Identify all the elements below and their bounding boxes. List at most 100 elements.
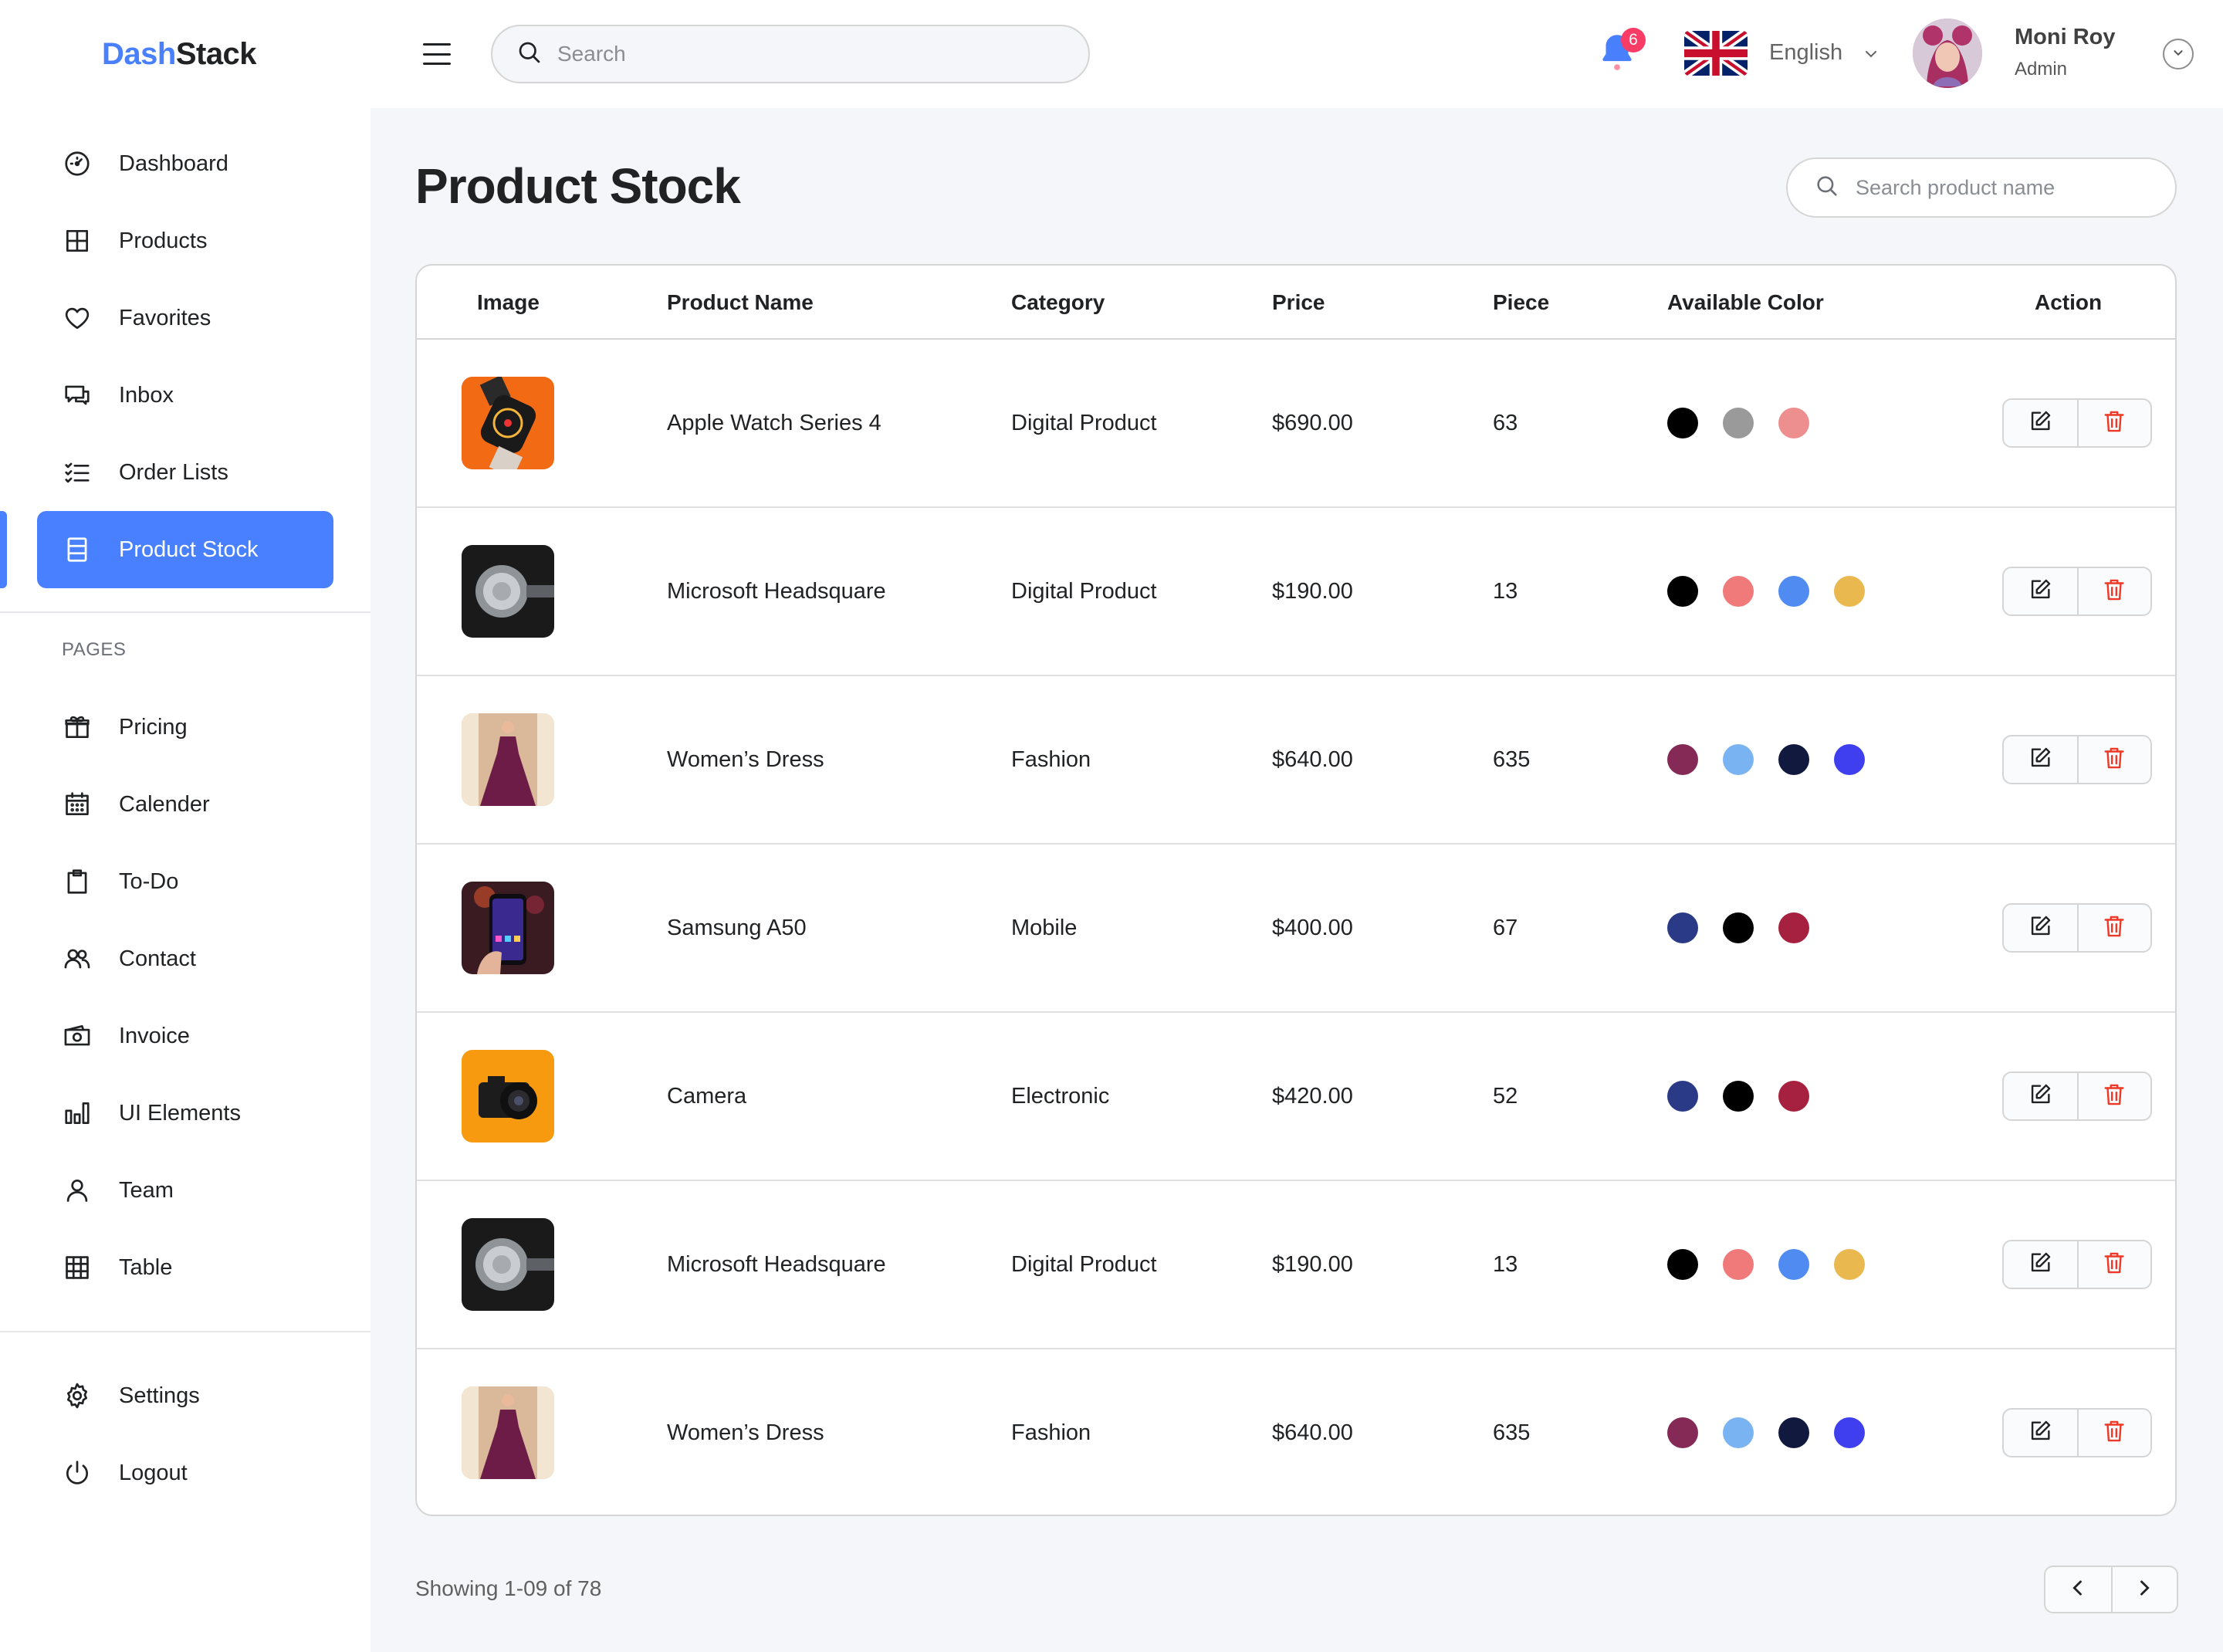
sidebar-item-to-do[interactable]: To-Do [37, 843, 333, 920]
sidebar-item-team[interactable]: Team [37, 1152, 333, 1229]
color-swatch[interactable] [1667, 1417, 1698, 1448]
app-logo[interactable]: DashStack [102, 37, 257, 72]
delete-button[interactable] [2076, 1073, 2150, 1119]
sidebar-item-label: Logout [119, 1460, 188, 1485]
color-swatch[interactable] [1667, 912, 1698, 943]
column-header-product-name: Product Name [667, 290, 814, 314]
sidebar-item-inbox[interactable]: Inbox [37, 357, 333, 434]
sidebar-item-logout[interactable]: Logout [37, 1434, 333, 1512]
color-swatch[interactable] [1778, 576, 1809, 607]
trash-icon [2101, 408, 2127, 438]
color-swatch[interactable] [1667, 1081, 1698, 1112]
sidebar-item-settings[interactable]: Settings [37, 1357, 333, 1434]
edit-button[interactable] [2004, 1073, 2077, 1119]
color-swatch[interactable] [1723, 576, 1754, 607]
sidebar-item-table[interactable]: Table [37, 1229, 333, 1306]
pagination-info: Showing 1-09 of 78 [415, 1576, 602, 1600]
table-row: Camera Electronic $420.00 52 [417, 1013, 2175, 1181]
trash-icon [2101, 1418, 2127, 1448]
delete-button[interactable] [2076, 568, 2150, 614]
search-input[interactable] [557, 42, 1051, 66]
edit-button[interactable] [2004, 736, 2077, 783]
product-image [462, 1218, 554, 1311]
delete-button[interactable] [2076, 1410, 2150, 1456]
edit-icon [2027, 408, 2053, 438]
color-swatch[interactable] [1778, 1081, 1809, 1112]
sidebar-item-dashboard[interactable]: Dashboard [37, 125, 333, 202]
edit-button[interactable] [2004, 1241, 2077, 1288]
color-swatch[interactable] [1834, 744, 1865, 775]
users-icon [60, 942, 94, 976]
color-swatch[interactable] [1778, 408, 1809, 438]
color-swatch[interactable] [1667, 1249, 1698, 1280]
delete-button[interactable] [2076, 736, 2150, 783]
language-selector[interactable]: English [1769, 40, 1842, 66]
color-swatch[interactable] [1778, 744, 1809, 775]
delete-button[interactable] [2076, 400, 2150, 446]
color-swatch[interactable] [1723, 1249, 1754, 1280]
edit-icon [2027, 745, 2053, 775]
sidebar-item-ui-elements[interactable]: UI Elements [37, 1075, 333, 1152]
available-colors [1667, 744, 1865, 775]
color-swatch[interactable] [1667, 408, 1698, 438]
color-swatch[interactable] [1834, 576, 1865, 607]
product-search[interactable] [1786, 157, 2177, 218]
product-name: Microsoft Headsquare [667, 1252, 886, 1277]
sidebar-item-pricing[interactable]: Pricing [37, 689, 333, 766]
chevron-down-icon[interactable] [1862, 45, 1880, 63]
color-swatch[interactable] [1778, 1249, 1809, 1280]
grid-icon [60, 224, 94, 258]
sidebar-item-products[interactable]: Products [37, 202, 333, 279]
product-image [462, 1050, 554, 1143]
product-price: $190.00 [1272, 579, 1353, 604]
calendar-icon [60, 787, 94, 821]
color-swatch[interactable] [1723, 1081, 1754, 1112]
color-swatch[interactable] [1667, 576, 1698, 607]
sidebar-item-calender[interactable]: Calender [37, 766, 333, 843]
product-name: Women’s Dress [667, 747, 824, 772]
color-swatch[interactable] [1667, 744, 1698, 775]
edit-button[interactable] [2004, 1410, 2077, 1456]
product-search-input[interactable] [1856, 175, 2164, 200]
bell-icon [1595, 35, 1639, 77]
product-price: $690.00 [1272, 411, 1353, 435]
color-swatch[interactable] [1834, 1249, 1865, 1280]
menu-toggle-button[interactable] [421, 39, 452, 69]
sidebar-item-label: To-Do [119, 868, 179, 894]
sidebar-item-contact[interactable]: Contact [37, 920, 333, 997]
product-piece: 635 [1493, 747, 1531, 772]
trash-icon [2101, 745, 2127, 775]
sidebar-item-order-lists[interactable]: Order Lists [37, 434, 333, 511]
profile-menu-button[interactable] [2163, 39, 2194, 69]
product-name: Samsung A50 [667, 916, 807, 940]
color-swatch[interactable] [1778, 912, 1809, 943]
sidebar: DashStack Dashboard Products Favorites I… [0, 0, 370, 1652]
product-category: Fashion [1011, 747, 1091, 772]
color-swatch[interactable] [1723, 744, 1754, 775]
product-category: Electronic [1011, 1084, 1110, 1109]
color-swatch[interactable] [1778, 1417, 1809, 1448]
product-name: Women’s Dress [667, 1420, 824, 1445]
delete-button[interactable] [2076, 905, 2150, 951]
color-swatch[interactable] [1723, 912, 1754, 943]
sidebar-item-favorites[interactable]: Favorites [37, 279, 333, 357]
previous-page-button[interactable] [2045, 1567, 2111, 1612]
sidebar-item-label: UI Elements [119, 1100, 241, 1126]
sidebar-item-label: Calender [119, 791, 210, 817]
edit-button[interactable] [2004, 400, 2077, 446]
avatar[interactable] [1913, 19, 1982, 88]
delete-button[interactable] [2076, 1241, 2150, 1288]
global-search[interactable] [491, 25, 1090, 83]
sidebar-item-product-stock[interactable]: Product Stock [37, 511, 333, 588]
color-swatch[interactable] [1723, 408, 1754, 438]
sidebar-item-invoice[interactable]: Invoice [37, 997, 333, 1075]
edit-button[interactable] [2004, 905, 2077, 951]
next-page-button[interactable] [2110, 1567, 2177, 1612]
color-swatch[interactable] [1723, 1417, 1754, 1448]
product-image [462, 882, 554, 974]
color-swatch[interactable] [1834, 1417, 1865, 1448]
table-row: Microsoft Headsquare Digital Product $19… [417, 1181, 2175, 1349]
uk-flag-icon[interactable] [1684, 31, 1748, 76]
sidebar-item-label: Pricing [119, 714, 188, 740]
edit-button[interactable] [2004, 568, 2077, 614]
